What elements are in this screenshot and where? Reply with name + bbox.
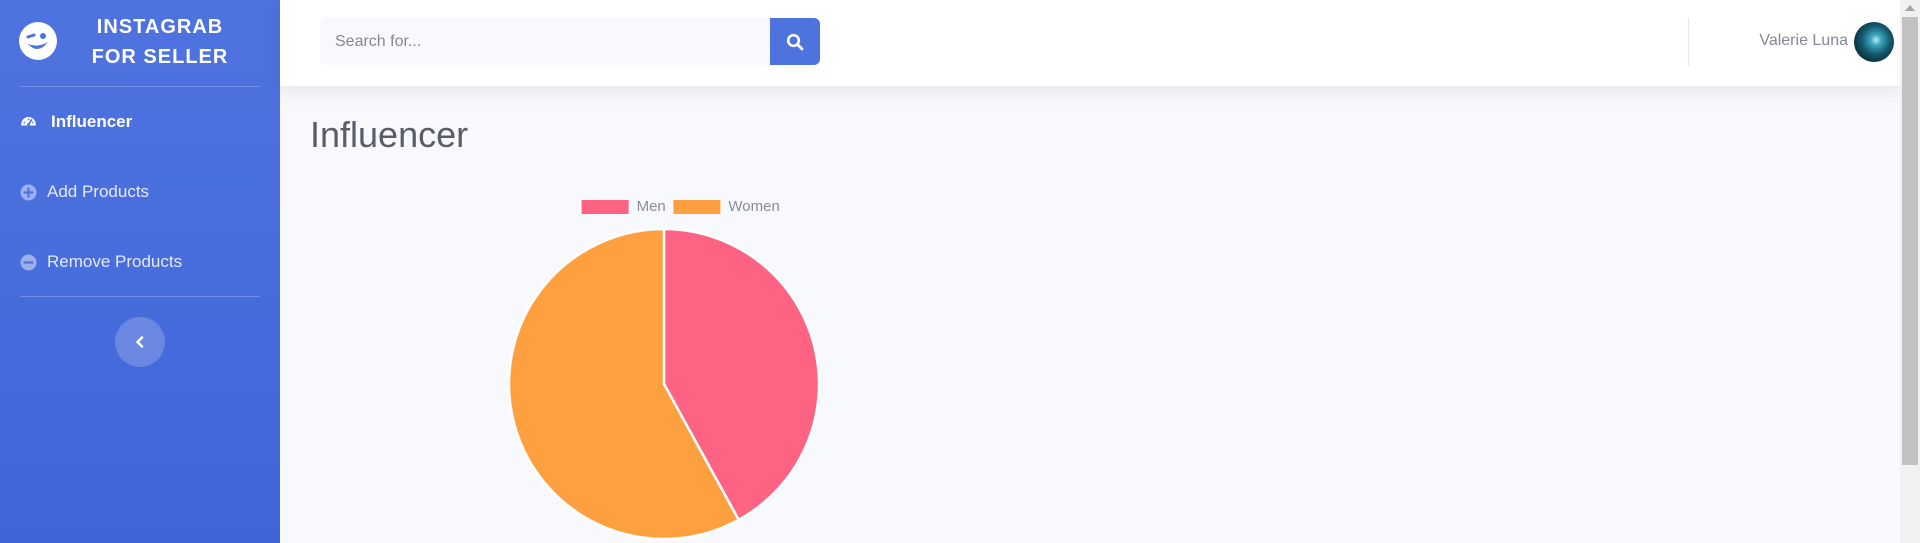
topbar: Valerie Luna: [280, 0, 1900, 86]
dashboard-gauge-icon: [21, 116, 36, 126]
sidebar-divider: [20, 296, 260, 297]
sidebar-item-add-products[interactable]: Add Products: [0, 172, 280, 212]
sidebar-item-label: Remove Products: [47, 252, 183, 271]
gender-pie-chart: Men Women: [507, 198, 821, 541]
vertical-scrollbar[interactable]: [1900, 0, 1920, 543]
sidebar-toggle-button[interactable]: [115, 317, 165, 367]
legend-item-men[interactable]: Men: [581, 198, 666, 215]
legend-label: Men: [637, 198, 666, 215]
minus-circle-icon: [20, 254, 37, 271]
legend-item-women[interactable]: Women: [673, 198, 780, 215]
sidebar-item-label: Influencer: [51, 112, 133, 131]
sidebar: INSTAGRAB FOR SELLER Influencer Add Prod…: [0, 0, 280, 543]
brand[interactable]: INSTAGRAB FOR SELLER: [0, 0, 280, 86]
avatar[interactable]: [1854, 22, 1894, 62]
chevron-left-icon: [136, 336, 144, 348]
chart-slices: [507, 227, 821, 541]
sidebar-item-label: Add Products: [47, 182, 150, 201]
user-menu[interactable]: Valerie Luna: [1700, 18, 1900, 66]
brand-title-line2: FOR SELLER: [91, 46, 229, 68]
scroll-up-arrow-icon[interactable]: [1905, 5, 1915, 11]
sidebar-item-remove-products[interactable]: Remove Products: [0, 242, 280, 282]
scrollbar-thumb[interactable]: [1902, 17, 1918, 465]
sidebar-divider: [20, 86, 260, 87]
wink-face-icon: [19, 22, 57, 60]
search-icon: [786, 33, 804, 51]
brand-title-line1: INSTAGRAB: [96, 16, 224, 38]
search-input[interactable]: [320, 18, 770, 65]
user-name: Valerie Luna: [1759, 32, 1848, 49]
chart-legend: Men Women: [581, 198, 780, 215]
legend-swatch: [673, 200, 721, 214]
sidebar-item-influencer[interactable]: Influencer: [0, 102, 280, 142]
topbar-divider: [1688, 18, 1689, 66]
legend-label: Women: [728, 198, 779, 215]
legend-swatch: [581, 200, 629, 214]
page-title: Influencer: [310, 114, 469, 155]
search-button[interactable]: [770, 18, 820, 65]
brand-title: INSTAGRAB FOR SELLER: [78, 12, 242, 72]
plus-circle-icon: [20, 184, 37, 201]
